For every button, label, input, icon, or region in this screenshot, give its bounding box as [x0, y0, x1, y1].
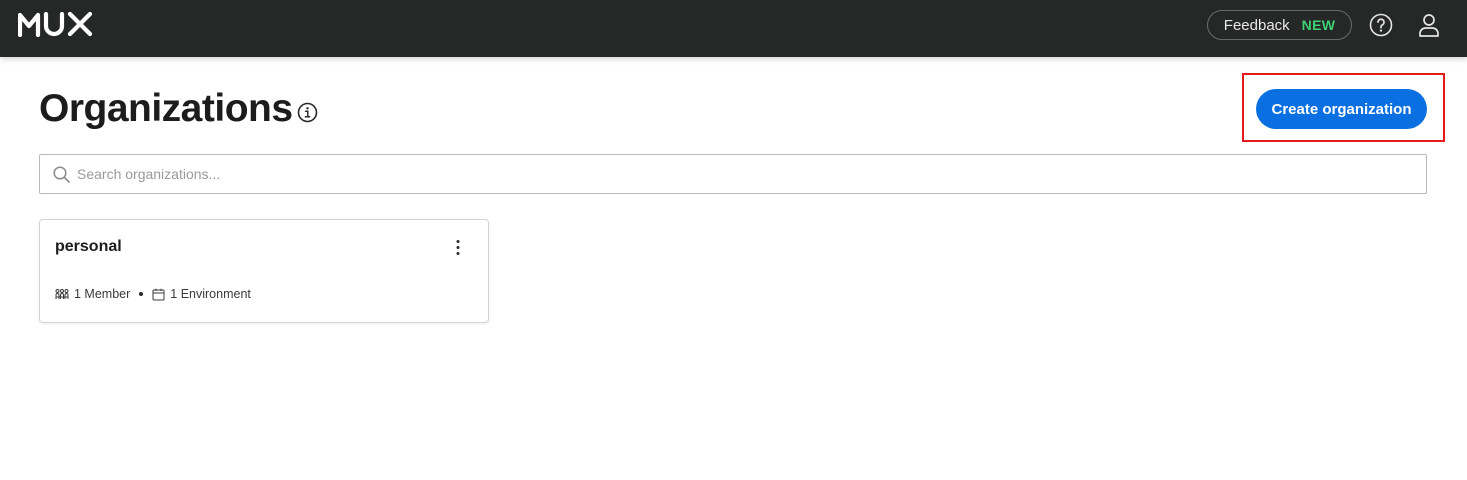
- search-icon: [53, 166, 70, 183]
- kebab-menu-icon[interactable]: [450, 238, 466, 258]
- feedback-button[interactable]: Feedback NEW: [1207, 10, 1352, 40]
- member-count: 1 Member: [74, 287, 131, 301]
- organization-name: personal: [55, 238, 122, 255]
- organization-card[interactable]: personal 1 Member 1 Environment: [39, 219, 489, 323]
- info-icon[interactable]: [297, 102, 318, 123]
- mux-logo[interactable]: [18, 11, 94, 37]
- search-bar: [39, 154, 1427, 194]
- organization-meta: 1 Member 1 Environment: [55, 286, 251, 302]
- new-badge: NEW: [1301, 17, 1336, 33]
- separator-dot: [139, 292, 144, 296]
- top-bar: Feedback NEW: [0, 0, 1467, 57]
- create-organization-button[interactable]: Create organization: [1256, 89, 1427, 129]
- question-circle-icon[interactable]: [1369, 13, 1393, 37]
- page-title: Organizations: [39, 87, 293, 130]
- search-input[interactable]: [77, 155, 1417, 193]
- members-icon: [55, 289, 69, 299]
- feedback-label: Feedback: [1223, 16, 1290, 34]
- user-icon[interactable]: [1418, 13, 1440, 37]
- calendar-icon: [152, 288, 165, 300]
- environment-count: 1 Environment: [170, 287, 251, 301]
